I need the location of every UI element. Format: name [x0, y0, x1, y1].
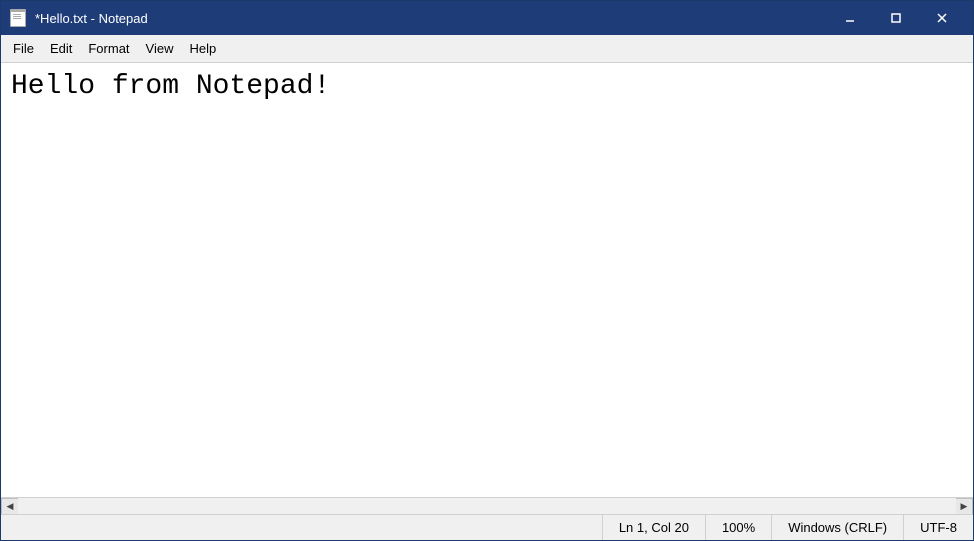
encoding: UTF-8 — [903, 515, 973, 540]
editor-textarea[interactable] — [1, 63, 973, 497]
zoom-level: 100% — [705, 515, 771, 540]
title-bar: *Hello.txt - Notepad — [1, 1, 973, 35]
title-bar-left: *Hello.txt - Notepad — [9, 9, 148, 27]
minimize-button[interactable] — [827, 1, 873, 35]
editor-container — [1, 63, 973, 497]
status-bar: Ln 1, Col 20 100% Windows (CRLF) UTF-8 — [1, 514, 973, 540]
maximize-icon — [891, 13, 901, 23]
cursor-position: Ln 1, Col 20 — [602, 515, 705, 540]
menu-view[interactable]: View — [138, 38, 182, 59]
menu-bar: File Edit Format View Help — [1, 35, 973, 63]
horizontal-scrollbar: ◀ ▶ — [1, 497, 973, 514]
menu-edit[interactable]: Edit — [42, 38, 80, 59]
menu-file[interactable]: File — [5, 38, 42, 59]
minimize-icon — [845, 13, 855, 23]
scroll-left-button[interactable]: ◀ — [1, 498, 18, 515]
line-ending: Windows (CRLF) — [771, 515, 903, 540]
menu-format[interactable]: Format — [80, 38, 137, 59]
maximize-button[interactable] — [873, 1, 919, 35]
notepad-window: *Hello.txt - Notepad File E — [0, 0, 974, 541]
scroll-right-button[interactable]: ▶ — [956, 498, 973, 515]
title-bar-controls — [827, 1, 965, 35]
window-title: *Hello.txt - Notepad — [35, 11, 148, 26]
scroll-track[interactable] — [18, 498, 956, 515]
close-icon — [937, 13, 947, 23]
close-button[interactable] — [919, 1, 965, 35]
app-icon — [9, 9, 27, 27]
menu-help[interactable]: Help — [181, 38, 224, 59]
